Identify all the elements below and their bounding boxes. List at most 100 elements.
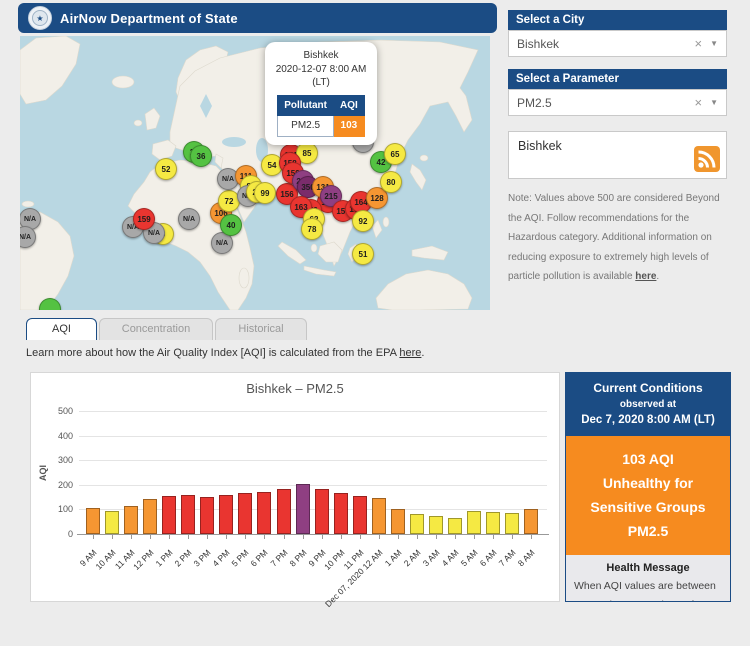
chart-x-tick [302, 535, 304, 539]
app-title: AirNow Department of State [60, 10, 238, 26]
chart-bar[interactable] [124, 506, 139, 534]
chart-bar[interactable] [105, 511, 120, 534]
aqi-map-marker[interactable]: 52 [155, 158, 177, 180]
aqi-map-marker[interactable]: N/A [178, 208, 200, 230]
chart-bar[interactable] [238, 493, 253, 534]
chevron-down-icon[interactable]: ▼ [708, 98, 726, 107]
cc-datetime: Dec 7, 2020 8:00 AM (LT) [581, 414, 715, 426]
aqi-bar-chart: Bishkek – PM2.5 AQI 0 100 200 300 400 500 9 AM… [30, 372, 560, 609]
chart-bar[interactable] [524, 509, 539, 534]
chart-bar[interactable] [181, 495, 196, 534]
chart-gridline [79, 484, 547, 486]
chart-bar[interactable] [371, 498, 386, 534]
city-select[interactable]: Bishkek × ▼ [508, 30, 727, 57]
chart-x-tick [454, 535, 456, 539]
chart-gridline [79, 435, 547, 437]
chart-y-tick-label: 100 [57, 504, 73, 515]
chart-x-tick [397, 535, 399, 539]
chart-x-tick [435, 535, 437, 539]
note-here-link[interactable]: here [635, 271, 656, 282]
health-message-body: When AQI values are between 101 and 150,… [574, 580, 716, 601]
clear-icon[interactable]: × [688, 95, 708, 110]
parameter-select[interactable]: PM2.5 × ▼ [508, 89, 727, 116]
cc-title: Current Conditions [593, 381, 703, 395]
chart-x-tick [531, 535, 533, 539]
chart-x-tick [188, 535, 190, 539]
aqi-map-marker[interactable]: 92 [352, 210, 374, 232]
chart-bar[interactable] [467, 511, 481, 534]
current-conditions-panel: Current Conditions observed at Dec 7, 20… [565, 372, 731, 602]
popup-aqi-header: AQI [333, 94, 365, 116]
epa-here-link[interactable]: here [399, 347, 421, 359]
cc-aqi-category: Unhealthy for Sensitive Groups [590, 475, 706, 515]
chart-y-tick-label: 400 [57, 430, 73, 441]
popup-datetime: 2020-12-07 8:00 AM [275, 63, 367, 75]
rss-city-label: Bishkek [518, 139, 562, 153]
chart-bar[interactable] [162, 496, 177, 534]
tab-historical[interactable]: Historical [215, 318, 307, 340]
chart-x-tick [283, 535, 285, 539]
chart-bar[interactable] [352, 496, 367, 534]
world-map[interactable]: N/AN/AN/A6N/A159521336N/AN/A1064072N/A11… [20, 36, 490, 310]
chart-bar[interactable] [314, 489, 329, 534]
chart-bar[interactable] [219, 495, 234, 534]
chart-gridline [79, 460, 547, 462]
aqi-map-marker[interactable]: 36 [190, 145, 212, 167]
learn-more-text: Learn more about how the Air Quality Ind… [26, 347, 425, 359]
select-parameter-header: Select a Parameter [508, 69, 727, 89]
chart-bar[interactable] [486, 512, 501, 534]
chart-bar[interactable] [276, 489, 291, 534]
aqi-map-marker[interactable]: 65 [384, 143, 406, 165]
chart-x-tick [245, 535, 247, 539]
chart-bar[interactable] [86, 508, 100, 534]
chart-bar[interactable] [257, 492, 272, 534]
cc-subtitle: observed at [619, 399, 677, 410]
popup-aqi-table: Pollutant AQI PM2.5 103 [277, 94, 365, 137]
chart-bar[interactable] [447, 518, 462, 534]
city-select-value: Bishkek [517, 36, 560, 51]
cc-aqi-block: 103 AQI Unhealthy for Sensitive Groups P… [566, 436, 730, 556]
cc-parameter: PM2.5 [627, 522, 669, 539]
chart-bar[interactable] [200, 497, 215, 534]
chart-x-tick [321, 535, 323, 539]
tab-aqi[interactable]: AQI [26, 318, 97, 340]
popup-pollutant-value: PM2.5 [277, 115, 334, 137]
chart-x-tick [493, 535, 495, 539]
parameter-select-value: PM2.5 [517, 95, 552, 110]
aqi-map-marker[interactable]: 99 [254, 182, 276, 204]
chart-x-tick [512, 535, 514, 539]
chart-x-tick [474, 535, 475, 539]
aqi-map-marker[interactable]: 159 [133, 208, 155, 230]
chart-bar[interactable] [143, 499, 158, 534]
chart-y-tick-label: 0 [67, 529, 73, 539]
chart-gridline [79, 411, 547, 412]
select-city-header: Select a City [508, 10, 727, 30]
app-header: ★ AirNow Department of State [18, 3, 497, 33]
clear-icon[interactable]: × [688, 36, 708, 51]
chart-bar[interactable] [333, 493, 348, 534]
chart-bar[interactable] [409, 514, 424, 534]
chart-title: Bishkek – PM2.5 [246, 381, 344, 396]
state-department-seal-icon: ★ [28, 6, 52, 30]
aqi-map-marker[interactable]: 80 [380, 171, 402, 193]
aqi-map-marker[interactable]: 40 [220, 214, 242, 236]
popup-city: Bishkek [303, 50, 339, 61]
chevron-down-icon[interactable]: ▼ [708, 39, 726, 48]
chart-x-tick [169, 535, 171, 539]
chart-x-tick [131, 535, 133, 539]
chart-bar[interactable] [428, 516, 443, 534]
tab-concentration[interactable]: Concentration [99, 318, 213, 340]
popup-timezone: (LT) [312, 77, 330, 88]
rss-feed-box: Bishkek [508, 131, 727, 179]
rss-icon[interactable] [694, 146, 720, 172]
chart-y-tick-label: 200 [57, 479, 73, 490]
aqi-map-marker[interactable]: 78 [301, 218, 323, 240]
popup-pollutant-header: Pollutant [277, 94, 334, 116]
chart-bar[interactable] [295, 484, 310, 534]
chart-bar[interactable] [390, 509, 405, 534]
chart-x-tick [340, 535, 342, 539]
chart-x-tick [150, 535, 152, 539]
chart-bar[interactable] [505, 513, 520, 534]
chart-x-tick [112, 535, 114, 539]
aqi-map-marker[interactable]: 51 [352, 243, 374, 265]
